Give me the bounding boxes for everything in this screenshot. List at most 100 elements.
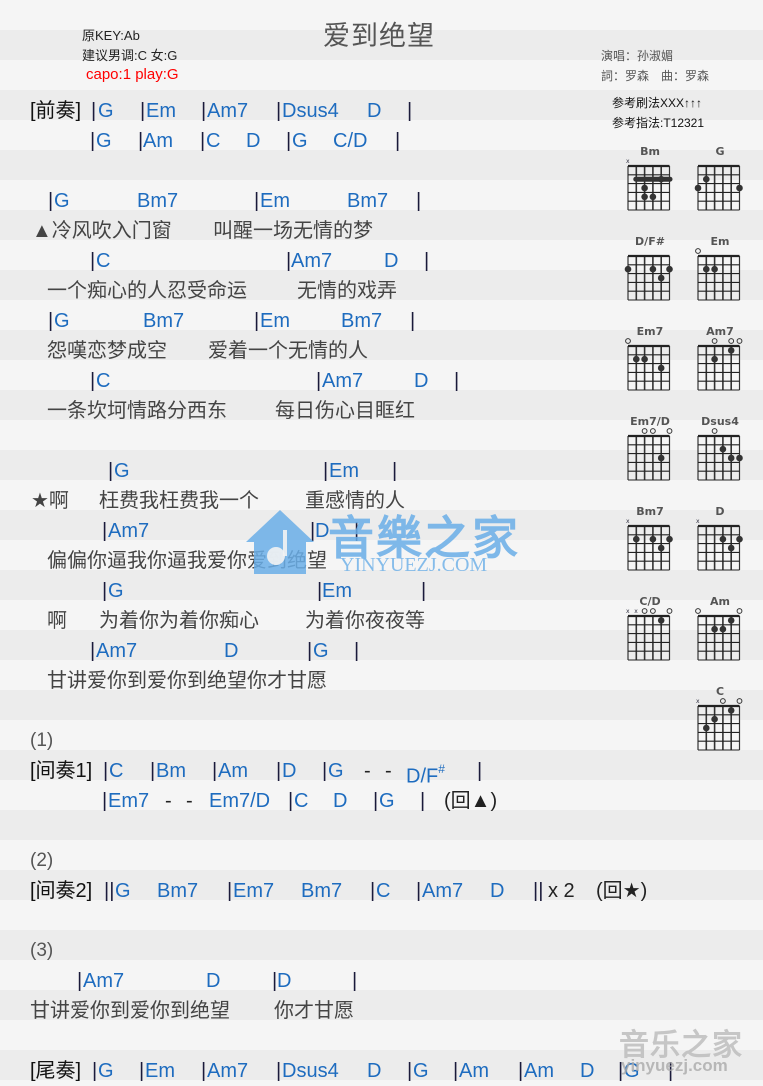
chord: Bm7 (301, 880, 343, 902)
chord-diagram-name: Bm (640, 145, 660, 158)
chord: Am (218, 760, 248, 782)
finger-dot (657, 274, 665, 282)
open-string-icon (695, 608, 701, 614)
chord: D (414, 370, 429, 392)
chord: Am7 (322, 370, 364, 392)
finger-dot (711, 355, 718, 363)
finger-dot (736, 454, 743, 462)
bar-line: | (227, 880, 233, 902)
finger-dot (736, 184, 743, 192)
chord: C (96, 370, 111, 392)
chord-diagram: Em7/D (623, 408, 683, 498)
writer-credit: 詞：罗森 曲：罗森 (601, 69, 710, 83)
chord: Am7 (422, 880, 464, 902)
chord: D (367, 1060, 382, 1082)
chord: D (333, 790, 348, 812)
finger-dot (727, 707, 735, 714)
chord: Am7 (207, 1060, 249, 1082)
finger-dot (657, 617, 665, 624)
return-marker: (回▲) (444, 790, 498, 812)
finger-dot (657, 364, 665, 372)
bar-line: | (392, 460, 398, 482)
chord: C (96, 250, 111, 272)
section-label: [间奏2] (30, 880, 93, 902)
repeat-start: || (104, 880, 115, 902)
muted-string-icon: x (696, 698, 700, 705)
chord: Am7 (291, 250, 333, 272)
bar-line: | (276, 1060, 282, 1082)
bar-line: | (354, 640, 360, 662)
chord: Em7 (233, 880, 275, 902)
chord: G (98, 100, 114, 122)
open-string-icon (728, 338, 735, 344)
chord-diagram-name: Em7/D (630, 415, 670, 428)
open-string-icon (720, 698, 726, 704)
finger-dot (649, 193, 657, 201)
chord: Am7 (96, 640, 138, 662)
finger-dot (657, 454, 665, 462)
chord: Em (260, 310, 290, 332)
muted-string-icon: x (626, 608, 630, 615)
chord-diagram-name: Dsus4 (701, 415, 739, 428)
chord: D (315, 520, 330, 542)
marker: (2) (30, 850, 54, 871)
bar-line: | (48, 310, 54, 332)
lyric: 每日伤心目眶红 (275, 400, 415, 422)
marker: (3) (30, 940, 54, 961)
lyric: 甘讲爱你到爱你到绝望你才甘愿 (47, 670, 327, 692)
pick-pattern: 参考指法:T12321 (612, 116, 705, 130)
chord: D (367, 100, 382, 122)
chord: D (282, 760, 297, 782)
bar-line: | (92, 1060, 98, 1082)
chord-diagram-name: Em (710, 235, 730, 248)
lyric: 重感情的人 (305, 490, 405, 512)
return-marker: (回★) (596, 880, 648, 902)
chord: G (54, 310, 70, 332)
section-label: [间奏1] (30, 760, 93, 782)
chord-diagram: D/F# (623, 228, 683, 318)
bar-line: | (453, 1060, 459, 1082)
chord: G (108, 580, 124, 602)
sharp-sign: # (438, 762, 445, 776)
chord-diagram-name: Am (710, 595, 730, 608)
finger-dot (703, 265, 710, 273)
bar-line: | (352, 970, 358, 992)
open-string-icon (641, 608, 648, 614)
chord: C (376, 880, 391, 902)
bar-line: | (102, 520, 108, 542)
open-string-icon (736, 608, 743, 614)
chord: D (224, 640, 239, 662)
open-string-icon (641, 428, 648, 434)
chord: D (490, 880, 505, 902)
section-label: [前奏] (30, 100, 82, 122)
finger-dot (703, 724, 710, 732)
bar-line: | (421, 580, 427, 602)
bar-line: | (201, 100, 207, 122)
bar-line: | (370, 880, 376, 902)
finger-dot (666, 265, 673, 273)
bar-line: | (254, 310, 260, 332)
bar-line: | (454, 370, 460, 392)
marker: (1) (30, 730, 54, 751)
chord-diagram-name: C (715, 685, 725, 698)
hold-dash: - (364, 760, 371, 782)
bar-line: | (286, 130, 292, 152)
finger-dot (624, 265, 632, 273)
bar-line: | (373, 790, 379, 812)
chord: Em (322, 580, 352, 602)
finger-dot (703, 175, 710, 183)
finger-dot (649, 535, 657, 543)
chord: Bm7 (341, 310, 383, 332)
chord: G (328, 760, 344, 782)
finger-dot (711, 265, 718, 273)
bar-line: | (416, 190, 422, 212)
suggested-key: 建议男调:C 女:G (82, 48, 178, 63)
lyric: 枉费我枉费我一个 (99, 490, 259, 512)
bar-line: | (323, 460, 329, 482)
bar-line: | (201, 1060, 207, 1082)
bar-line: | (477, 760, 483, 782)
chord: G (115, 880, 131, 902)
chord-diagram: xD (693, 498, 753, 588)
chord-diagram: xC (693, 678, 753, 768)
chord: D (384, 250, 399, 272)
